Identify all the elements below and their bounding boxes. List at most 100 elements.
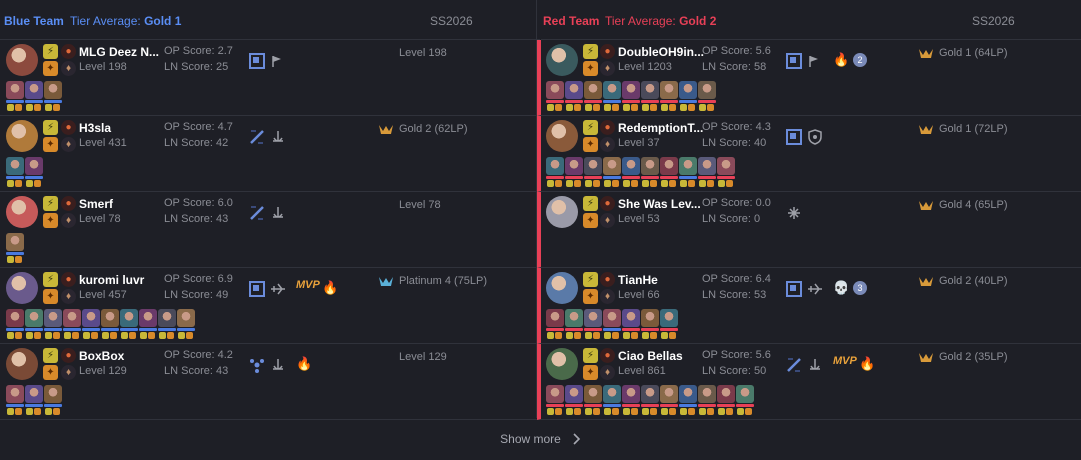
champion-mastery-item[interactable] — [565, 157, 583, 189]
player-name[interactable]: RedemptionT... — [618, 121, 703, 135]
champion-mastery-item[interactable] — [603, 385, 621, 417]
player-row[interactable]: ⚡ ✦ ● ♦ MLG Deez N... Level 198 OP Score: 2.7 L… — [0, 40, 540, 116]
player-name[interactable]: DoubleOH9in... — [618, 45, 704, 59]
champion-avatar[interactable] — [546, 120, 578, 152]
summoner-spell-icon: ✦ — [583, 137, 598, 152]
summoner-spell-icon: ✦ — [583, 213, 598, 228]
champion-mastery-item[interactable] — [603, 157, 621, 189]
champion-mastery-item[interactable] — [44, 309, 62, 341]
champion-mastery-item[interactable] — [603, 309, 621, 341]
champion-mastery-item[interactable] — [546, 81, 564, 113]
champion-mastery-item[interactable] — [641, 385, 659, 417]
ln-score: LN Score: 58 — [702, 61, 767, 73]
champion-mastery-item[interactable] — [6, 309, 24, 341]
player-row[interactable]: ⚡ ✦ ● ♦ kuromi luvr Level 457 OP Score: 6.9 LN … — [0, 268, 540, 344]
team-name: Blue Team — [4, 14, 64, 28]
champion-mastery-item[interactable] — [44, 81, 62, 113]
champion-mastery-item[interactable] — [698, 385, 716, 417]
player-name[interactable]: Ciao Bellas — [618, 349, 683, 363]
show-more-label: Show more — [500, 432, 561, 446]
player-row[interactable]: ⚡ ✦ ● ♦ BoxBox Level 129 OP Score: 4.2 LN Score… — [0, 344, 540, 420]
blue-player-rows: ⚡ ✦ ● ♦ MLG Deez N... Level 198 OP Score: 2.7 L… — [0, 40, 540, 420]
champion-mastery-item[interactable] — [158, 309, 176, 341]
champion-mastery-item[interactable] — [717, 157, 735, 189]
champion-avatar[interactable] — [6, 120, 38, 152]
show-more-button[interactable]: Show more — [0, 418, 1081, 460]
champion-mastery-item[interactable] — [679, 81, 697, 113]
champion-mastery-item[interactable] — [25, 309, 43, 341]
champion-avatar[interactable] — [6, 196, 38, 228]
player-row[interactable]: ⚡ ✦ ● ♦ RedemptionT... Level 37 OP Score: 4.3 L… — [537, 116, 1081, 192]
champion-mastery-item[interactable] — [6, 157, 24, 189]
champion-avatar[interactable] — [6, 348, 38, 380]
champion-mastery-item[interactable] — [25, 385, 43, 417]
champion-mastery-item[interactable] — [584, 385, 602, 417]
secondary-rune-icon: ♦ — [61, 61, 76, 76]
player-row[interactable]: ⚡ ✦ ● ♦ DoubleOH9in... Level 1203 OP Score: 5.… — [537, 40, 1081, 116]
player-row[interactable]: ⚡ ✦ ● ♦ Smerf Level 78 OP Score: 6.0 LN Score: … — [0, 192, 540, 268]
champion-avatar[interactable] — [546, 44, 578, 76]
champion-mastery-item[interactable] — [660, 309, 678, 341]
champion-mastery-item[interactable] — [25, 81, 43, 113]
champion-avatar[interactable] — [6, 272, 38, 304]
player-name[interactable]: H3sla — [79, 121, 111, 135]
champion-mastery-item[interactable] — [622, 81, 640, 113]
champion-mastery-item[interactable] — [603, 81, 621, 113]
champion-mastery-item[interactable] — [622, 309, 640, 341]
player-row[interactable]: ⚡ ✦ ● ♦ She Was Lev... Level 53 OP Score: 0.0 L… — [537, 192, 1081, 268]
champion-mastery-item[interactable] — [584, 157, 602, 189]
champion-mastery-item[interactable] — [565, 309, 583, 341]
summoner-spell-flash-icon: ⚡ — [583, 44, 598, 59]
champion-mastery-item[interactable] — [622, 385, 640, 417]
player-name[interactable]: Smerf — [79, 197, 113, 211]
champion-mastery-item[interactable] — [546, 157, 564, 189]
champion-avatar[interactable] — [546, 196, 578, 228]
champion-mastery-item[interactable] — [736, 385, 754, 417]
player-name[interactable]: kuromi luvr — [79, 273, 144, 287]
primary-rune-icon: ● — [61, 348, 76, 363]
champion-mastery-item[interactable] — [698, 157, 716, 189]
champion-mastery-item[interactable] — [679, 157, 697, 189]
champion-mastery-item[interactable] — [565, 385, 583, 417]
champion-mastery-item[interactable] — [565, 81, 583, 113]
op-score: OP Score: 6.9 — [164, 273, 233, 285]
champion-mastery-item[interactable] — [6, 81, 24, 113]
champion-mastery-item[interactable] — [177, 309, 195, 341]
champion-mastery-item[interactable] — [546, 309, 564, 341]
champion-mastery-item[interactable] — [63, 309, 81, 341]
champion-mastery-item[interactable] — [698, 81, 716, 113]
champion-avatar[interactable] — [546, 348, 578, 380]
champion-mastery-item[interactable] — [120, 309, 138, 341]
champion-mastery-item[interactable] — [6, 233, 24, 265]
champion-mastery-item[interactable] — [660, 157, 678, 189]
player-name[interactable]: MLG Deez N... — [79, 45, 159, 59]
champion-mastery-item[interactable] — [82, 309, 100, 341]
player-name[interactable]: She Was Lev... — [618, 197, 701, 211]
champion-mastery-item[interactable] — [679, 385, 697, 417]
champion-mastery-item[interactable] — [641, 309, 659, 341]
champion-mastery-item[interactable] — [641, 157, 659, 189]
champion-mastery-item[interactable] — [546, 385, 564, 417]
champion-mastery-item[interactable] — [660, 385, 678, 417]
skull-icon: 💀 — [833, 280, 850, 295]
player-name[interactable]: BoxBox — [79, 349, 124, 363]
champion-mastery-item[interactable] — [139, 309, 157, 341]
champion-mastery-item[interactable] — [44, 385, 62, 417]
player-row[interactable]: ⚡ ✦ ● ♦ H3sla Level 431 OP Score: 4.7 LN Score:… — [0, 116, 540, 192]
champion-mastery-item[interactable] — [101, 309, 119, 341]
player-name[interactable]: TianHe — [618, 273, 658, 287]
player-row[interactable]: ⚡ ✦ ● ♦ Ciao Bellas Level 861 OP Score: 5.6 LN … — [537, 344, 1081, 420]
champion-mastery-item[interactable] — [6, 385, 24, 417]
champion-mastery-item[interactable] — [25, 157, 43, 189]
champion-mastery-item[interactable] — [641, 81, 659, 113]
champion-mastery-item[interactable] — [717, 385, 735, 417]
champion-mastery-item[interactable] — [622, 157, 640, 189]
champion-mastery-item[interactable] — [584, 309, 602, 341]
primary-rune-icon: ● — [600, 120, 615, 135]
plane-icon — [807, 281, 823, 297]
champion-mastery-item[interactable] — [660, 81, 678, 113]
champion-mastery-item[interactable] — [584, 81, 602, 113]
champion-avatar[interactable] — [6, 44, 38, 76]
player-row[interactable]: ⚡ ✦ ● ♦ TianHe Level 66 OP Score: 6.4 LN Score:… — [537, 268, 1081, 344]
champion-avatar[interactable] — [546, 272, 578, 304]
